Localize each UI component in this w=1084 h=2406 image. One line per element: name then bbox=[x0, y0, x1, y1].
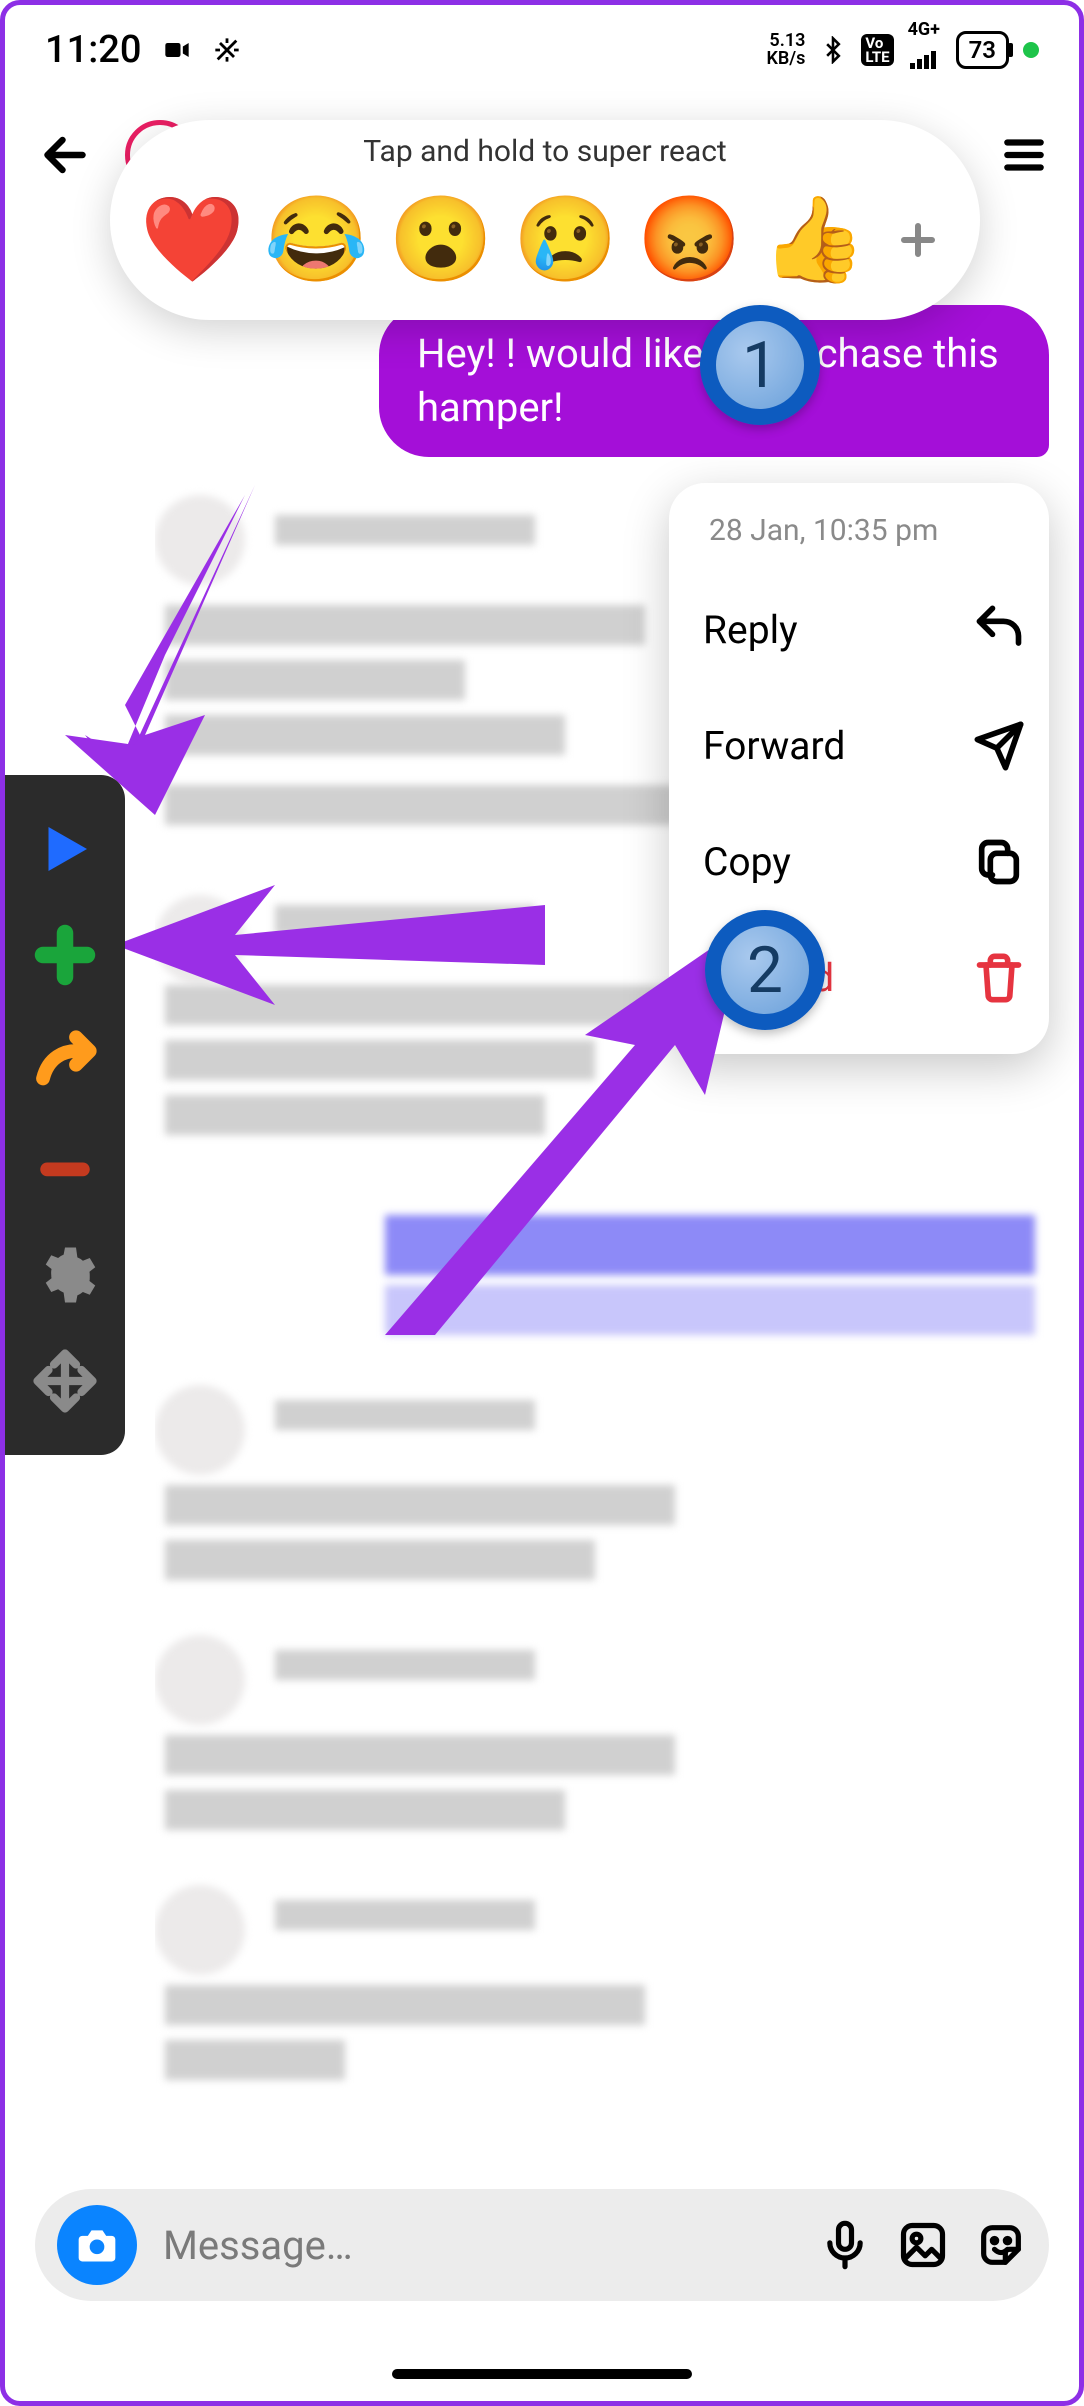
reaction-bar: Tap and hold to super react ❤️ 😂 😮 😢 😡 👍 bbox=[110, 120, 980, 320]
reaction-wow[interactable]: 😮 bbox=[389, 198, 494, 282]
context-reply[interactable]: Reply bbox=[703, 572, 1025, 688]
bluetooth-icon bbox=[819, 36, 847, 64]
annotation-step-2: 2 bbox=[705, 910, 825, 1030]
camera-in-use-dot bbox=[1023, 42, 1039, 58]
context-reply-label: Reply bbox=[703, 607, 798, 653]
message-composer: Message… bbox=[35, 2189, 1049, 2301]
video-icon bbox=[163, 36, 191, 64]
status-bar: 11:20 5.13 KB/s VoLTE 4G+ 73 bbox=[5, 5, 1079, 95]
camera-button[interactable] bbox=[57, 2205, 137, 2285]
annotation-step-1: 1 bbox=[700, 305, 820, 425]
trash-icon bbox=[973, 952, 1025, 1004]
compass-off-icon bbox=[213, 36, 241, 64]
home-indicator bbox=[392, 2369, 692, 2379]
move-icon[interactable] bbox=[32, 1348, 98, 1414]
sticker-icon[interactable] bbox=[975, 2219, 1027, 2271]
signal-bars-icon bbox=[908, 49, 942, 69]
annotation-arrow-1 bbox=[55, 485, 275, 815]
reaction-sad[interactable]: 😢 bbox=[513, 198, 618, 282]
gear-icon[interactable] bbox=[32, 1242, 98, 1308]
network-label: 4G+ bbox=[908, 22, 942, 78]
reply-icon bbox=[973, 604, 1025, 656]
back-button[interactable] bbox=[35, 125, 95, 185]
copy-icon bbox=[973, 836, 1025, 888]
context-copy[interactable]: Copy bbox=[703, 804, 1025, 920]
forward-icon bbox=[973, 720, 1025, 772]
data-rate: 5.13 KB/s bbox=[766, 32, 805, 68]
hamburger-menu-icon[interactable] bbox=[999, 130, 1049, 180]
mic-icon[interactable] bbox=[819, 2219, 871, 2271]
context-forward-label: Forward bbox=[703, 723, 845, 769]
status-time: 11:20 bbox=[45, 28, 141, 72]
annotation-arrow-3 bbox=[375, 925, 755, 1345]
reaction-laugh[interactable]: 😂 bbox=[264, 198, 369, 282]
camera-icon bbox=[75, 2223, 119, 2267]
battery-indicator: 73 bbox=[956, 31, 1009, 69]
reaction-heart[interactable]: ❤️ bbox=[140, 198, 245, 282]
minus-icon[interactable] bbox=[32, 1135, 98, 1201]
context-menu-timestamp: 28 Jan, 10:35 pm bbox=[703, 513, 1025, 548]
context-forward[interactable]: Forward bbox=[703, 688, 1025, 804]
message-input[interactable]: Message… bbox=[163, 2222, 793, 2269]
reaction-thumbs-up[interactable]: 👍 bbox=[762, 198, 867, 282]
reaction-hint: Tap and hold to super react bbox=[363, 134, 726, 169]
plus-icon[interactable] bbox=[32, 922, 98, 988]
gallery-icon[interactable] bbox=[897, 2219, 949, 2271]
context-copy-label: Copy bbox=[703, 839, 791, 885]
share-arrow-icon[interactable] bbox=[32, 1029, 98, 1095]
volte-badge: VoLTE bbox=[861, 34, 893, 66]
reaction-angry[interactable]: 😡 bbox=[637, 198, 742, 282]
play-icon[interactable] bbox=[32, 816, 98, 882]
add-reaction-button[interactable] bbox=[886, 208, 950, 272]
annotation-toolbar bbox=[5, 775, 125, 1455]
